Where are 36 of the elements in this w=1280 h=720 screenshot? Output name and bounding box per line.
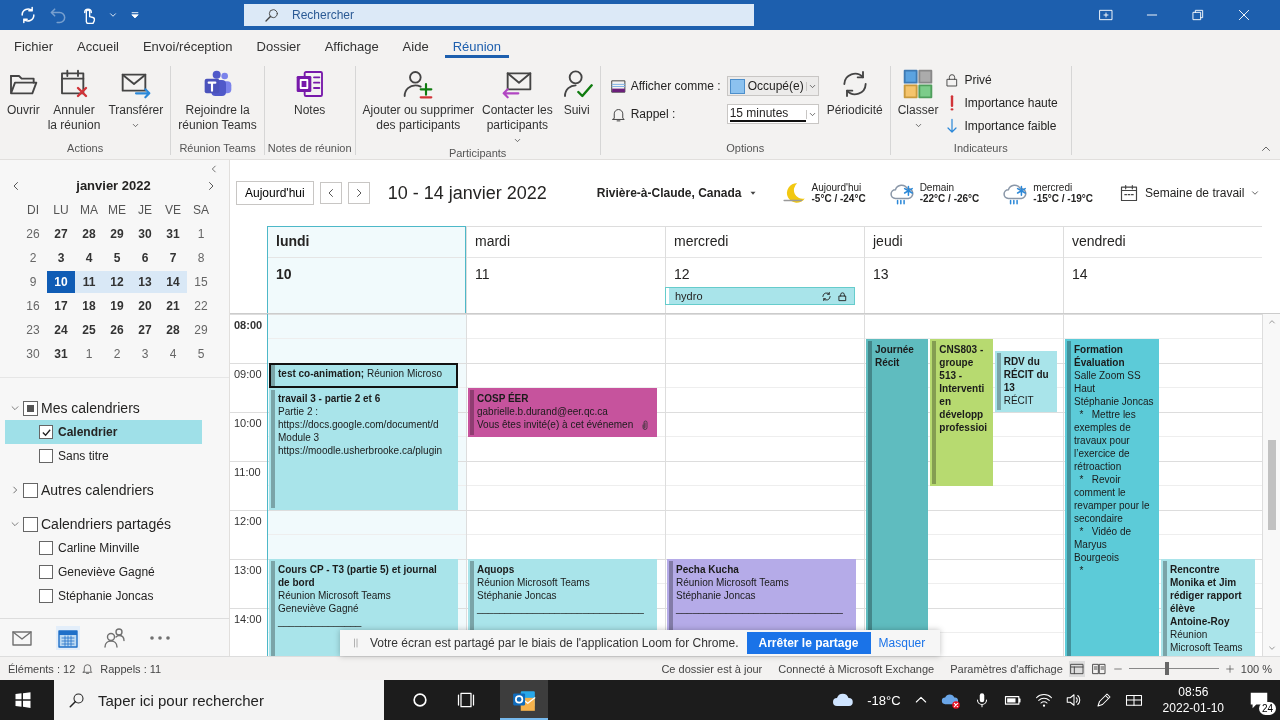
- weekday-label: LU: [52, 202, 70, 219]
- time-label: 11:00: [234, 466, 261, 478]
- item-count: Éléments : 12: [8, 662, 76, 675]
- weekday-label: SA: [192, 202, 210, 219]
- time-label: 13:00: [234, 564, 262, 576]
- time-label: 14:00: [234, 613, 262, 625]
- time-label: 08:00: [234, 319, 263, 331]
- date-range: 10 - 14 janvier 2022: [387, 182, 547, 204]
- group-label: Réunion Teams: [179, 142, 256, 155]
- month-title: janvier 2022: [76, 178, 151, 193]
- weekday-label: DI: [26, 202, 40, 219]
- zoom-level: 100 %: [1240, 662, 1272, 675]
- weekday-label: MA: [79, 202, 99, 219]
- temperature: -5°C / -24°C: [811, 193, 866, 204]
- weather-day: Aujourd'hui: [811, 182, 866, 193]
- weekday-label: JE: [137, 202, 153, 219]
- weather-day: mercredi: [1033, 182, 1093, 193]
- weekday-label: ME: [107, 202, 127, 219]
- sync-status: Ce dossier est à jour: [661, 662, 763, 675]
- group-label: Notes de réunion: [267, 142, 352, 155]
- time-label: 09:00: [234, 368, 262, 380]
- group-label: Actions: [67, 142, 104, 155]
- temperature: -18°C: [867, 692, 901, 708]
- temperature: -15°C / -19°C: [1033, 193, 1093, 204]
- group-label: Participants: [448, 147, 507, 160]
- temperature: -22°C / -26°C: [919, 193, 980, 204]
- group-label: Options: [726, 142, 765, 155]
- time-label: 12:00: [234, 515, 262, 527]
- weekday-label: VE: [164, 202, 182, 219]
- connection-status: Connecté à Microsoft Exchange: [778, 662, 935, 675]
- field-label: Rappel :: [630, 107, 677, 121]
- group-label: Indicateurs: [953, 142, 1008, 155]
- field-label: Afficher comme :: [630, 79, 722, 93]
- time-label: 10:00: [234, 417, 262, 429]
- weather-day: Demain: [919, 182, 980, 193]
- notification-count: 24: [1258, 702, 1276, 715]
